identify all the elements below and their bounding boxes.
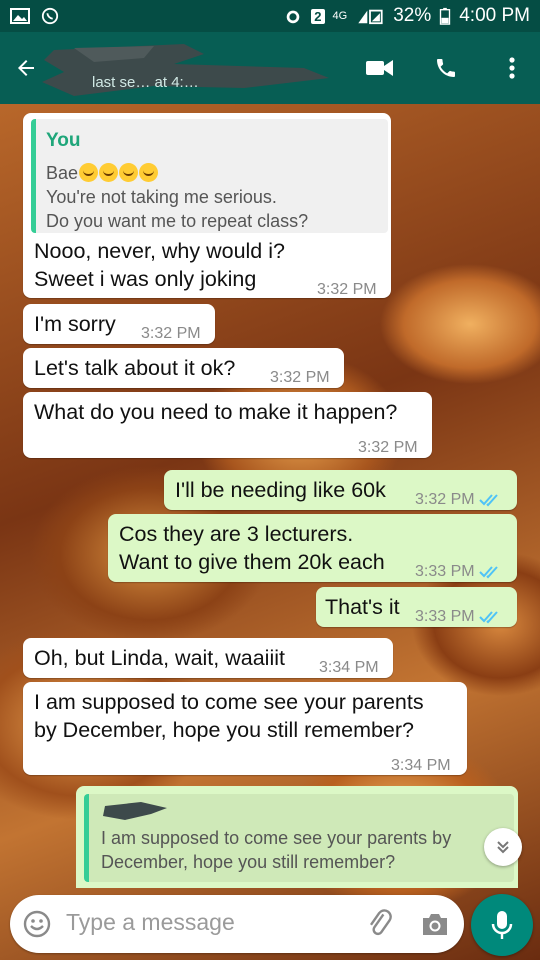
gallery-notification-icon	[10, 8, 30, 24]
quote-line-1: Bae	[46, 163, 79, 183]
message-text: I'm sorry	[34, 312, 116, 336]
message-text: by December, hope you still remember?	[34, 718, 415, 742]
message-text: Nooo, never, why would i?	[34, 239, 285, 263]
status-bar: 2 4G 32% 4:00 PM	[0, 0, 540, 32]
clock: 4:00 PM	[459, 5, 530, 26]
battery-percent: 32%	[393, 5, 432, 26]
message-time-row: 3:32 PM	[415, 486, 501, 514]
quote-line-3: Do you want me to repeat class?	[46, 211, 309, 231]
message-bubble-incoming[interactable]: Let's talk about it ok? 3:32 PM	[23, 348, 344, 388]
quoted-message[interactable]: You Bae You're not taking me serious. Do…	[31, 119, 388, 233]
message-time: 3:33 PM	[415, 608, 475, 625]
quote-author: You	[46, 130, 81, 151]
voice-call-icon[interactable]	[428, 50, 464, 86]
message-bubble-incoming[interactable]: I'm sorry 3:32 PM	[23, 304, 215, 344]
sim-badge: 2	[311, 8, 325, 24]
message-text: Let's talk about it ok?	[34, 356, 236, 380]
message-time-row: 3:33 PM	[415, 558, 501, 586]
reply-line-2: December, hope you still remember?	[101, 852, 396, 872]
emoji-icon[interactable]	[22, 909, 52, 939]
crying-emoji-icon	[79, 163, 99, 182]
camera-icon[interactable]	[420, 910, 450, 938]
message-time: 3:32 PM	[317, 281, 377, 298]
message-composer[interactable]: Type a message	[10, 895, 464, 953]
paperclip-icon[interactable]	[366, 909, 396, 939]
message-time: 3:32 PM	[141, 325, 201, 342]
message-text: That's it	[325, 595, 400, 619]
redacted-reply-author	[103, 802, 167, 820]
video-call-icon[interactable]	[362, 50, 398, 86]
message-bubble-incoming[interactable]: You Bae You're not taking me serious. Do…	[23, 113, 391, 298]
read-receipt-icon	[478, 494, 498, 507]
message-bubble-incoming[interactable]: I am supposed to come see your parents b…	[23, 682, 467, 775]
message-time: 3:32 PM	[270, 369, 330, 386]
microphone-icon	[491, 911, 513, 939]
read-receipt-icon	[478, 566, 498, 579]
read-receipt-icon	[478, 611, 498, 624]
message-bubble-incoming[interactable]: What do you need to make it happen? 3:32…	[23, 392, 432, 458]
message-text: Oh, but Linda, wait, waaiiit	[34, 646, 285, 670]
chat-header: last se… at 4:…	[0, 32, 540, 104]
signal-icon	[358, 9, 383, 25]
message-bubble-incoming[interactable]: Oh, but Linda, wait, waaiiit 3:34 PM	[23, 638, 393, 678]
battery-icon	[440, 7, 451, 25]
network-type: 4G	[332, 10, 348, 22]
message-bubble-outgoing[interactable]: I'll be needing like 60k 3:32 PM	[164, 470, 517, 510]
alarm-icon	[286, 10, 300, 24]
scroll-to-bottom-button[interactable]	[484, 828, 522, 866]
crying-emoji-icon	[139, 163, 159, 182]
crying-emoji-icon	[119, 163, 139, 182]
whatsapp-notification-icon	[41, 7, 59, 25]
chevron-double-down-icon	[497, 841, 509, 854]
message-text: Sweet i was only joking	[34, 267, 257, 291]
reply-preview[interactable]: I am supposed to come see your parents b…	[76, 786, 518, 888]
message-text: I am supposed to come see your parents	[34, 690, 424, 714]
message-text: I'll be needing like 60k	[175, 478, 386, 502]
microphone-button[interactable]	[471, 894, 533, 956]
last-seen-status: last se… at 4:…	[92, 74, 199, 91]
message-time: 3:34 PM	[391, 757, 451, 774]
reply-line-1: I am supposed to come see your parents b…	[101, 828, 452, 848]
message-bubble-outgoing[interactable]: Cos they are 3 lecturers. Want to give t…	[108, 514, 517, 582]
message-time-row: 3:33 PM	[415, 603, 501, 631]
crying-emoji-icon	[99, 163, 119, 182]
message-input[interactable]: Type a message	[66, 909, 235, 936]
message-text: What do you need to make it happen?	[34, 400, 398, 424]
message-time: 3:33 PM	[415, 563, 475, 580]
message-time: 3:32 PM	[358, 439, 418, 456]
message-time: 3:32 PM	[415, 491, 475, 508]
message-time: 3:34 PM	[319, 659, 379, 676]
message-text: Want to give them 20k each	[119, 550, 385, 574]
message-bubble-outgoing[interactable]: That's it 3:33 PM	[316, 587, 517, 627]
more-vert-icon[interactable]	[494, 50, 530, 86]
message-text: Cos they are 3 lecturers.	[119, 522, 354, 546]
reply-quote[interactable]: I am supposed to come see your parents b…	[84, 794, 514, 882]
